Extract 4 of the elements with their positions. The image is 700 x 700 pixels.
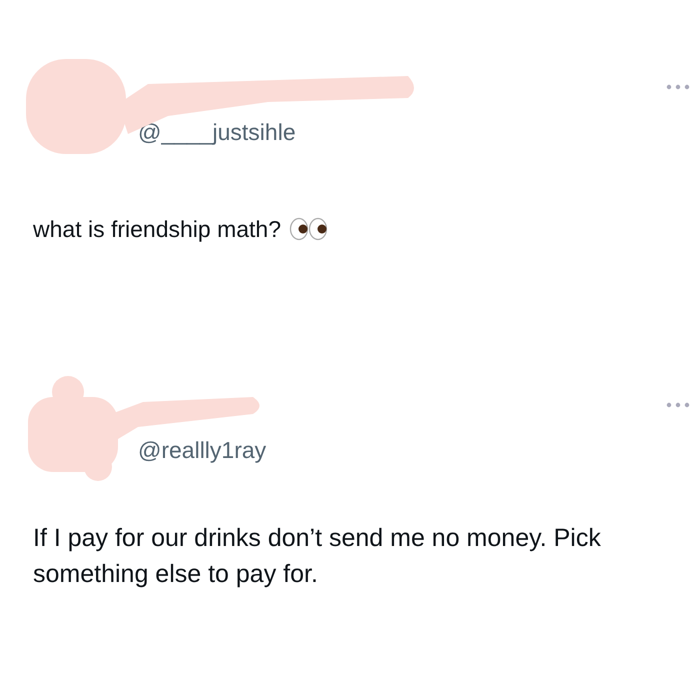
user-handle[interactable]: @____justsihle bbox=[138, 119, 296, 146]
post-text: what is friendship math? bbox=[33, 215, 282, 244]
user-handle[interactable]: @reallly1ray bbox=[138, 437, 266, 464]
post-text: If I pay for our drinks don’t send me no money. Pick something else to pay for. bbox=[33, 523, 602, 590]
